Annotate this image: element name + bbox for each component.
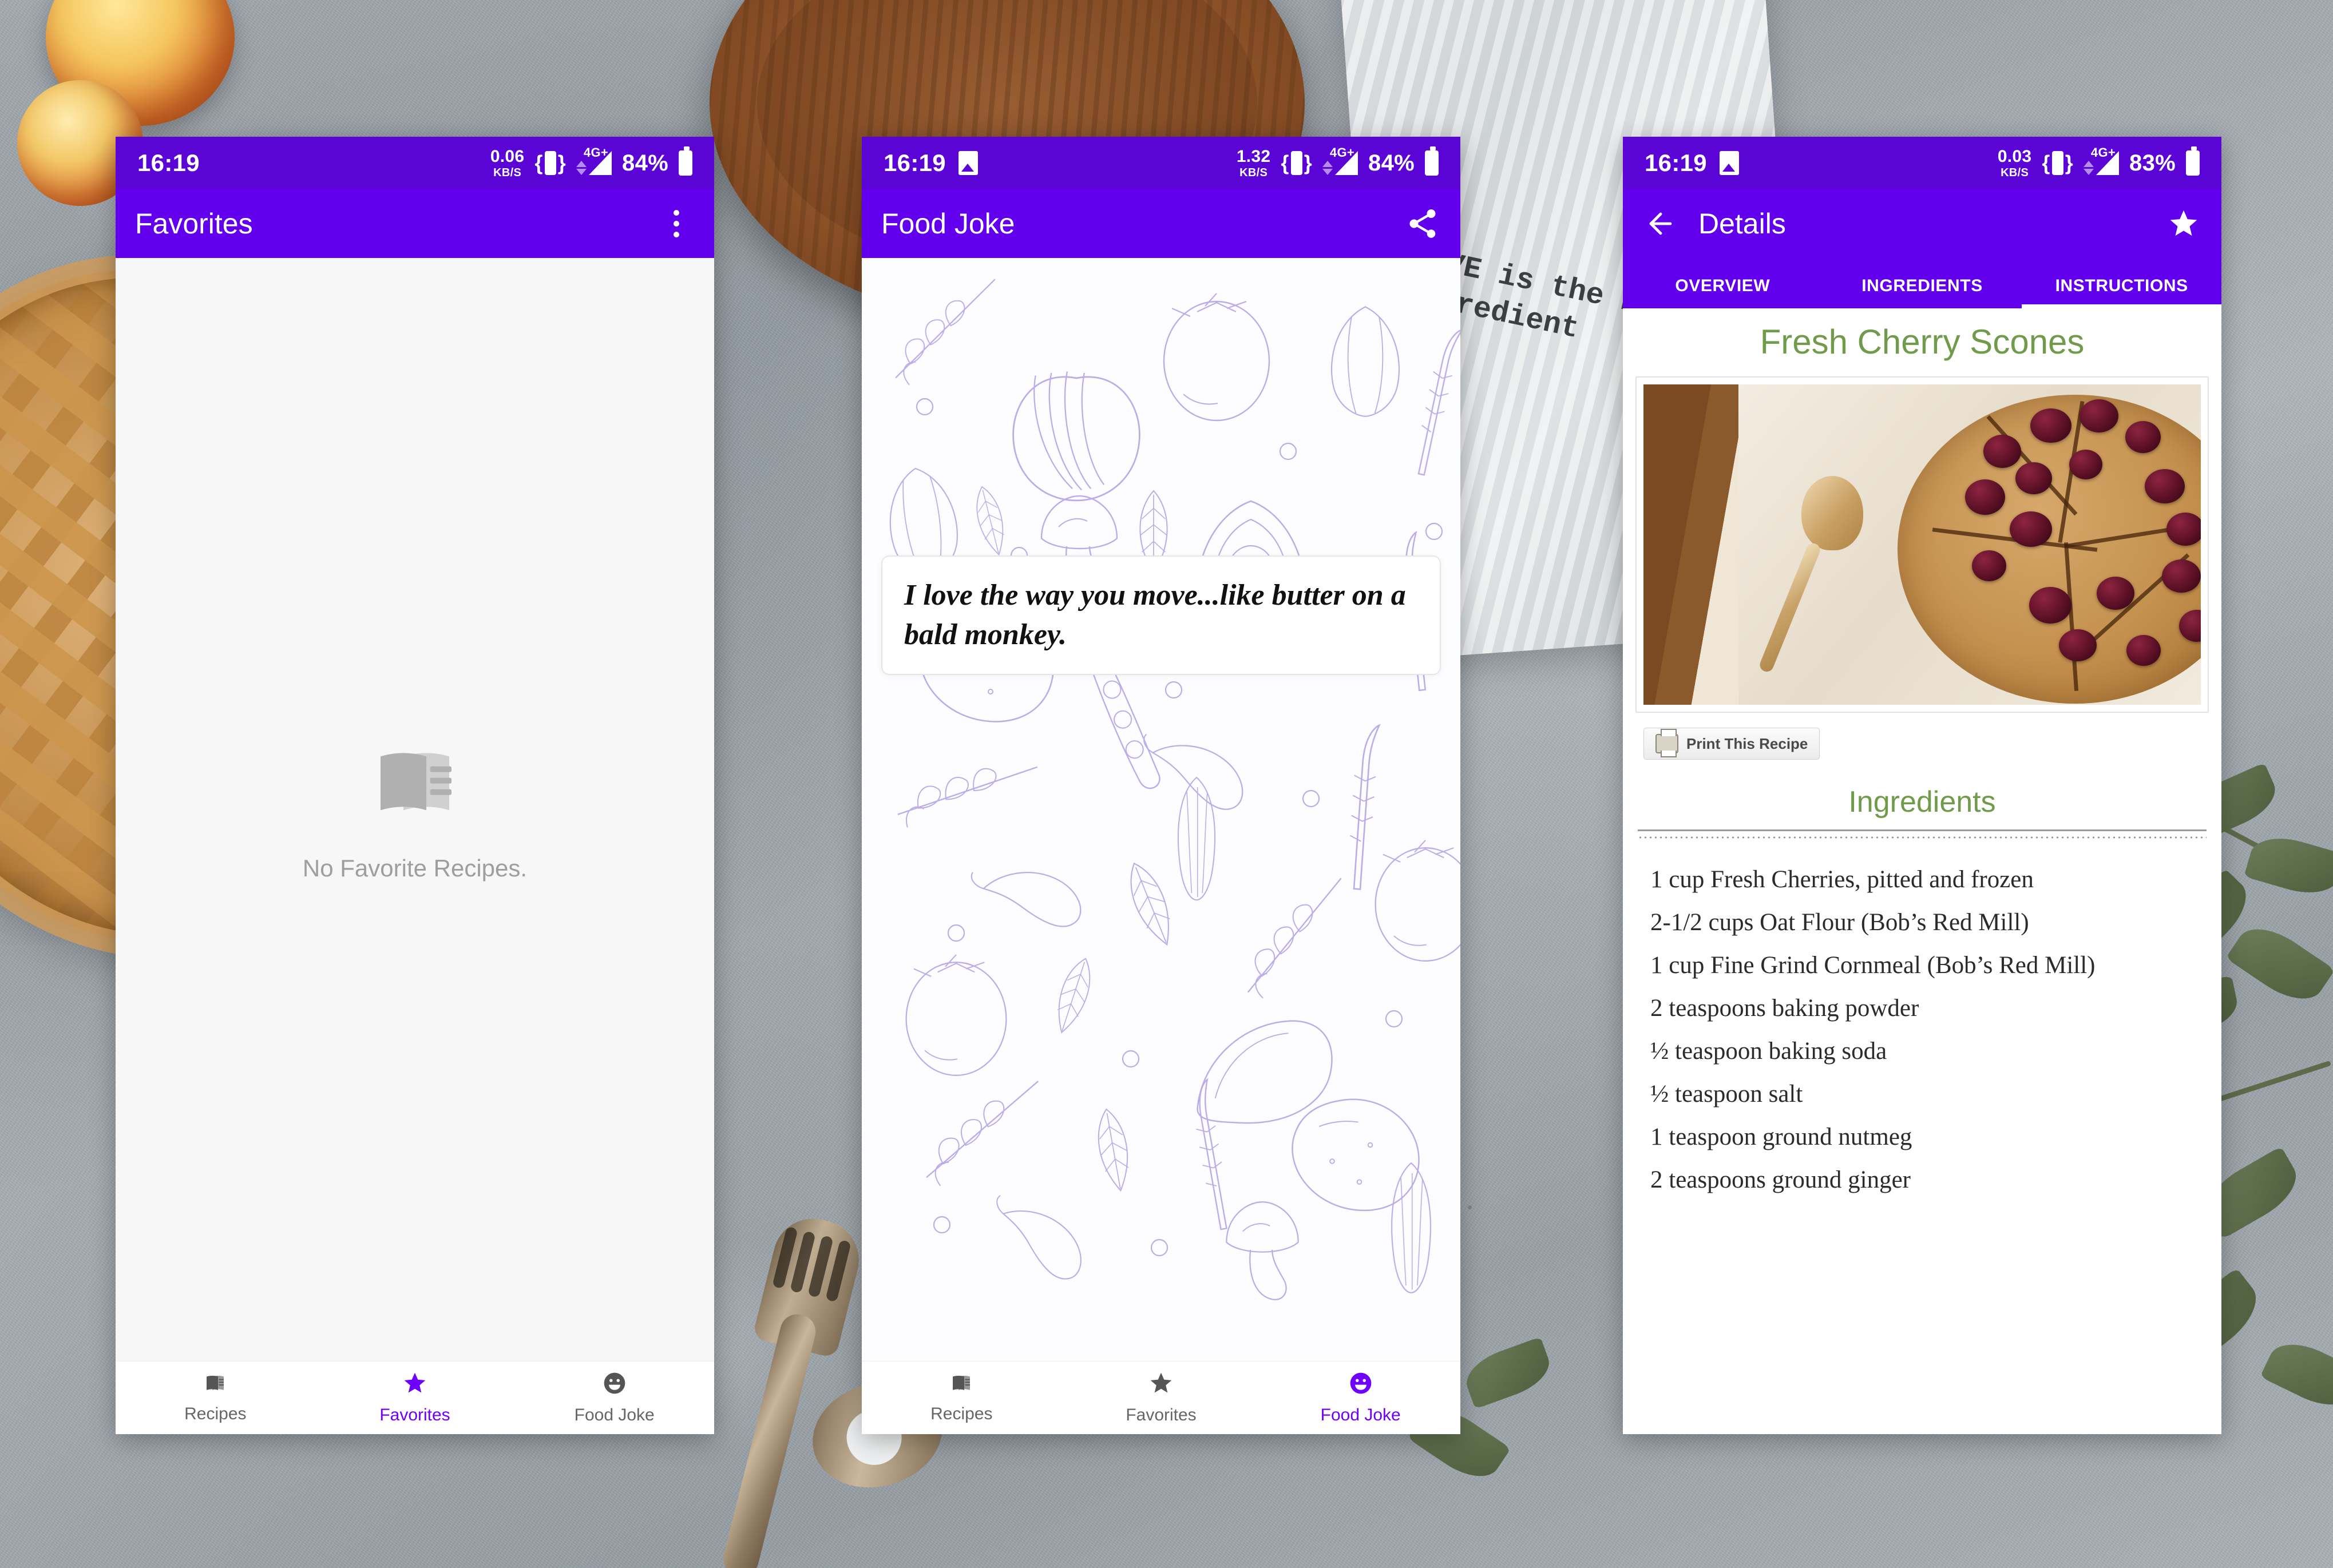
star-icon[interactable] — [2165, 205, 2202, 242]
favorites-empty-state: No Favorite Recipes. — [116, 258, 714, 1361]
joke-text: I love the way you move...like butter on… — [904, 579, 1406, 651]
battery-icon — [1425, 146, 1439, 176]
print-button-label: Print This Recipe — [1686, 735, 1808, 752]
data-rate-indicator: 1.32 KB/S — [1236, 146, 1271, 179]
list-item: 2 teaspoons baking powder — [1650, 995, 1919, 1022]
nav-item-recipes[interactable]: Recipes — [116, 1372, 315, 1424]
battery-icon — [2186, 146, 2200, 176]
list-item: 1 cup Fresh Cherries, pitted and frozen — [1650, 866, 2034, 893]
recipe-image-frame — [1635, 376, 2209, 713]
nav-label: Favorites — [379, 1406, 450, 1424]
signal-strength-icon: 4G+ — [576, 145, 612, 175]
list-item: 1 cup Fine Grind Cornmeal (Bob’s Red Mil… — [1650, 952, 2096, 979]
bottom-navigation: Recipes Favorites Food Joke — [116, 1361, 714, 1434]
nav-item-recipes[interactable]: Recipes — [862, 1372, 1061, 1424]
recipe-title: Fresh Cherry Scones — [1760, 323, 2085, 361]
emoji-smile-icon — [601, 1371, 628, 1399]
menu-book-icon — [948, 1372, 975, 1398]
recipe-photo — [1643, 384, 2201, 705]
more-vert-icon[interactable] — [658, 205, 695, 242]
nav-label: Food Joke — [1320, 1406, 1401, 1424]
status-time: 16:19 — [137, 149, 200, 176]
battery-percent: 84% — [1368, 150, 1415, 176]
print-recipe-button[interactable]: Print This Recipe — [1643, 728, 1820, 760]
nav-item-favorites[interactable]: Favorites — [315, 1371, 515, 1425]
app-bar: Favorites — [116, 189, 714, 258]
menu-book-icon — [363, 737, 466, 832]
emoji-smile-icon — [1348, 1371, 1374, 1399]
data-rate-indicator: 0.03 KB/S — [1997, 146, 2032, 179]
list-item: 2 teaspoons ground ginger — [1650, 1166, 1911, 1193]
app-bar: Food Joke — [862, 189, 1460, 258]
status-time: 16:19 — [884, 149, 946, 176]
list-item: ½ teaspoon baking soda — [1650, 1038, 1887, 1065]
vegetable-doodle-pattern — [875, 278, 1460, 1300]
status-bar: 16:19 1.32 KB/S {} 4G+ 84% — [862, 137, 1460, 189]
status-bar: 16:19 0.03 KB/S {} 4G+ 83% — [1623, 137, 2221, 189]
ingredients-heading: Ingredients — [1848, 785, 1996, 819]
printer-icon — [1655, 729, 1678, 757]
divider-solid — [1638, 829, 2207, 831]
list-item: 2-1/2 cups Oat Flour (Bob’s Red Mill) — [1650, 909, 2029, 936]
sim-card-icon: {} — [2042, 151, 2074, 175]
page-title: Details — [1698, 208, 1786, 240]
page-title: Favorites — [135, 208, 253, 240]
star-icon — [402, 1371, 428, 1399]
data-rate-indicator: 0.06 KB/S — [490, 146, 525, 179]
phone-screenshot-favorites: 16:19 0.06 KB/S {} 4G+ 84% Favorites No … — [116, 137, 714, 1434]
phone-screenshot-recipe-details: 16:19 0.03 KB/S {} 4G+ 83% Details OVERV… — [1623, 137, 2221, 1434]
arrow-back-icon[interactable] — [1642, 205, 1679, 242]
tab-ingredients[interactable]: INGREDIENTS — [1823, 276, 2022, 308]
list-item: ½ teaspoon salt — [1650, 1081, 1803, 1107]
nav-label: Food Joke — [574, 1406, 655, 1424]
list-item: 1 teaspoon ground nutmeg — [1650, 1124, 1912, 1150]
phone-screenshot-food-joke: 16:19 1.32 KB/S {} 4G+ 84% Food Joke I l… — [862, 137, 1460, 1434]
signal-strength-icon: 4G+ — [2084, 145, 2120, 175]
nav-label: Recipes — [930, 1404, 993, 1423]
star-icon — [1148, 1371, 1174, 1399]
tab-overview[interactable]: OVERVIEW — [1623, 276, 1823, 308]
tab-instructions[interactable]: INSTRUCTIONS — [2022, 276, 2221, 308]
bottom-navigation: Recipes Favorites Food Joke — [862, 1361, 1460, 1434]
nav-label: Favorites — [1126, 1406, 1197, 1424]
share-icon[interactable] — [1404, 205, 1441, 242]
nav-item-favorites[interactable]: Favorites — [1061, 1371, 1261, 1425]
nav-item-food-joke[interactable]: Food Joke — [514, 1371, 714, 1425]
sim-card-icon: {} — [534, 151, 567, 175]
empty-state-message: No Favorite Recipes. — [302, 854, 528, 882]
page-title: Food Joke — [881, 208, 1015, 240]
battery-percent: 83% — [2129, 150, 2176, 176]
recipe-detail-content: Fresh Cherry Scones Print This Recipe In… — [1623, 308, 2221, 1434]
gold-spoon-in-photo — [1757, 476, 1880, 674]
sim-card-icon: {} — [1281, 151, 1313, 175]
status-time: 16:19 — [1645, 149, 1707, 176]
battery-percent: 84% — [622, 150, 668, 176]
detail-tabs: OVERVIEW INGREDIENTS INSTRUCTIONS — [1623, 258, 2221, 308]
image-icon — [1719, 151, 1739, 175]
battery-icon — [679, 146, 692, 176]
signal-strength-icon: 4G+ — [1322, 145, 1358, 175]
ingredients-list: 1 cup Fresh Cherries, pitted and frozen … — [1635, 839, 2209, 1201]
image-icon — [958, 151, 978, 175]
joke-screen-body: I love the way you move...like butter on… — [862, 258, 1460, 1361]
joke-card: I love the way you move...like butter on… — [881, 555, 1441, 676]
app-bar: Details — [1623, 189, 2221, 258]
nav-label: Recipes — [184, 1404, 247, 1423]
nav-item-food-joke[interactable]: Food Joke — [1261, 1371, 1460, 1425]
menu-book-icon — [202, 1372, 228, 1398]
status-bar: 16:19 0.06 KB/S {} 4G+ 84% — [116, 137, 714, 189]
